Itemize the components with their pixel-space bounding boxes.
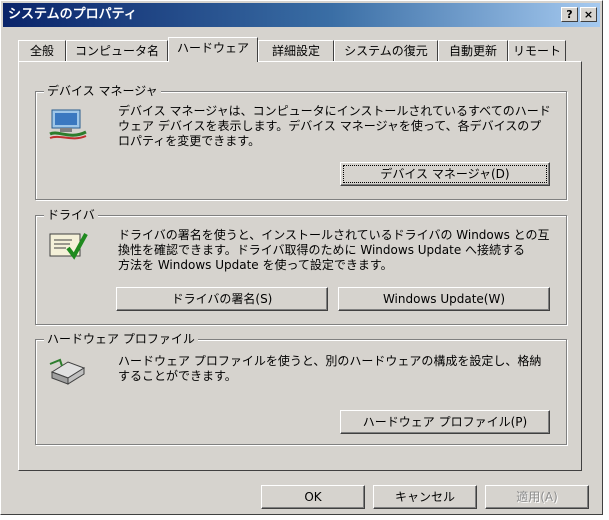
driver-signing-icon [49,233,88,260]
driver-signing-button[interactable]: ドライバの署名(S) [116,287,328,311]
drivers-group-title: ドライバ [44,207,98,223]
window-title: システムのプロパティ [8,7,137,22]
tab-advanced[interactable]: 詳細設定 [258,40,334,61]
device-manager-group-title: デバイス マネージャ [44,83,161,99]
device-manager-description: デバイス マネージャは、コンピュータにインストールされているすべてのハード ウェ… [118,104,551,148]
cancel-button[interactable]: キャンセル [373,485,477,509]
tab-automatic-updates[interactable]: 自動更新 [438,40,508,61]
device-manager-icon [49,109,87,140]
tab-remote[interactable]: リモート [508,40,566,61]
tab-system-restore[interactable]: システムの復元 [334,40,438,61]
hardware-profile-icon [49,358,86,385]
hardware-profiles-button[interactable]: ハードウェア プロファイル(P) [340,410,550,434]
tab-hardware[interactable]: ハードウェア [168,37,258,62]
close-button[interactable]: × [580,7,597,22]
title-bar[interactable]: システムのプロパティ ? × [3,3,600,27]
system-properties-window: システムのプロパティ ? × 全般 コンピュータ名 ハードウェア 詳細設定 シス… [0,0,603,515]
tab-computer-name[interactable]: コンピュータ名 [66,40,168,61]
tab-general[interactable]: 全般 [18,40,66,61]
apply-button[interactable]: 適用(A) [485,485,589,509]
drivers-group: ドライバ ドライバの署名を使うと、インストールされているドライバの Window… [35,207,567,325]
hardware-profiles-group: ハードウェア プロファイル ハードウェア プロファイルを使うと、別のハードウェア… [35,331,567,445]
device-manager-button[interactable]: デバイス マネージャ(D) [340,162,550,186]
ok-button[interactable]: OK [261,485,365,509]
hardware-profiles-group-title: ハードウェア プロファイル [44,331,198,347]
help-button[interactable]: ? [561,7,578,22]
hardware-profiles-description: ハードウェア プロファイルを使うと、別のハードウェアの構成を設定し、格納 するこ… [118,354,542,383]
device-manager-group: デバイス マネージャ デバイス マネージャは、コンピュータにインストールされてい… [35,83,567,200]
windows-update-button[interactable]: Windows Update(W) [338,287,550,311]
drivers-description: ドライバの署名を使うと、インストールされているドライバの Windows との互… [118,228,550,272]
